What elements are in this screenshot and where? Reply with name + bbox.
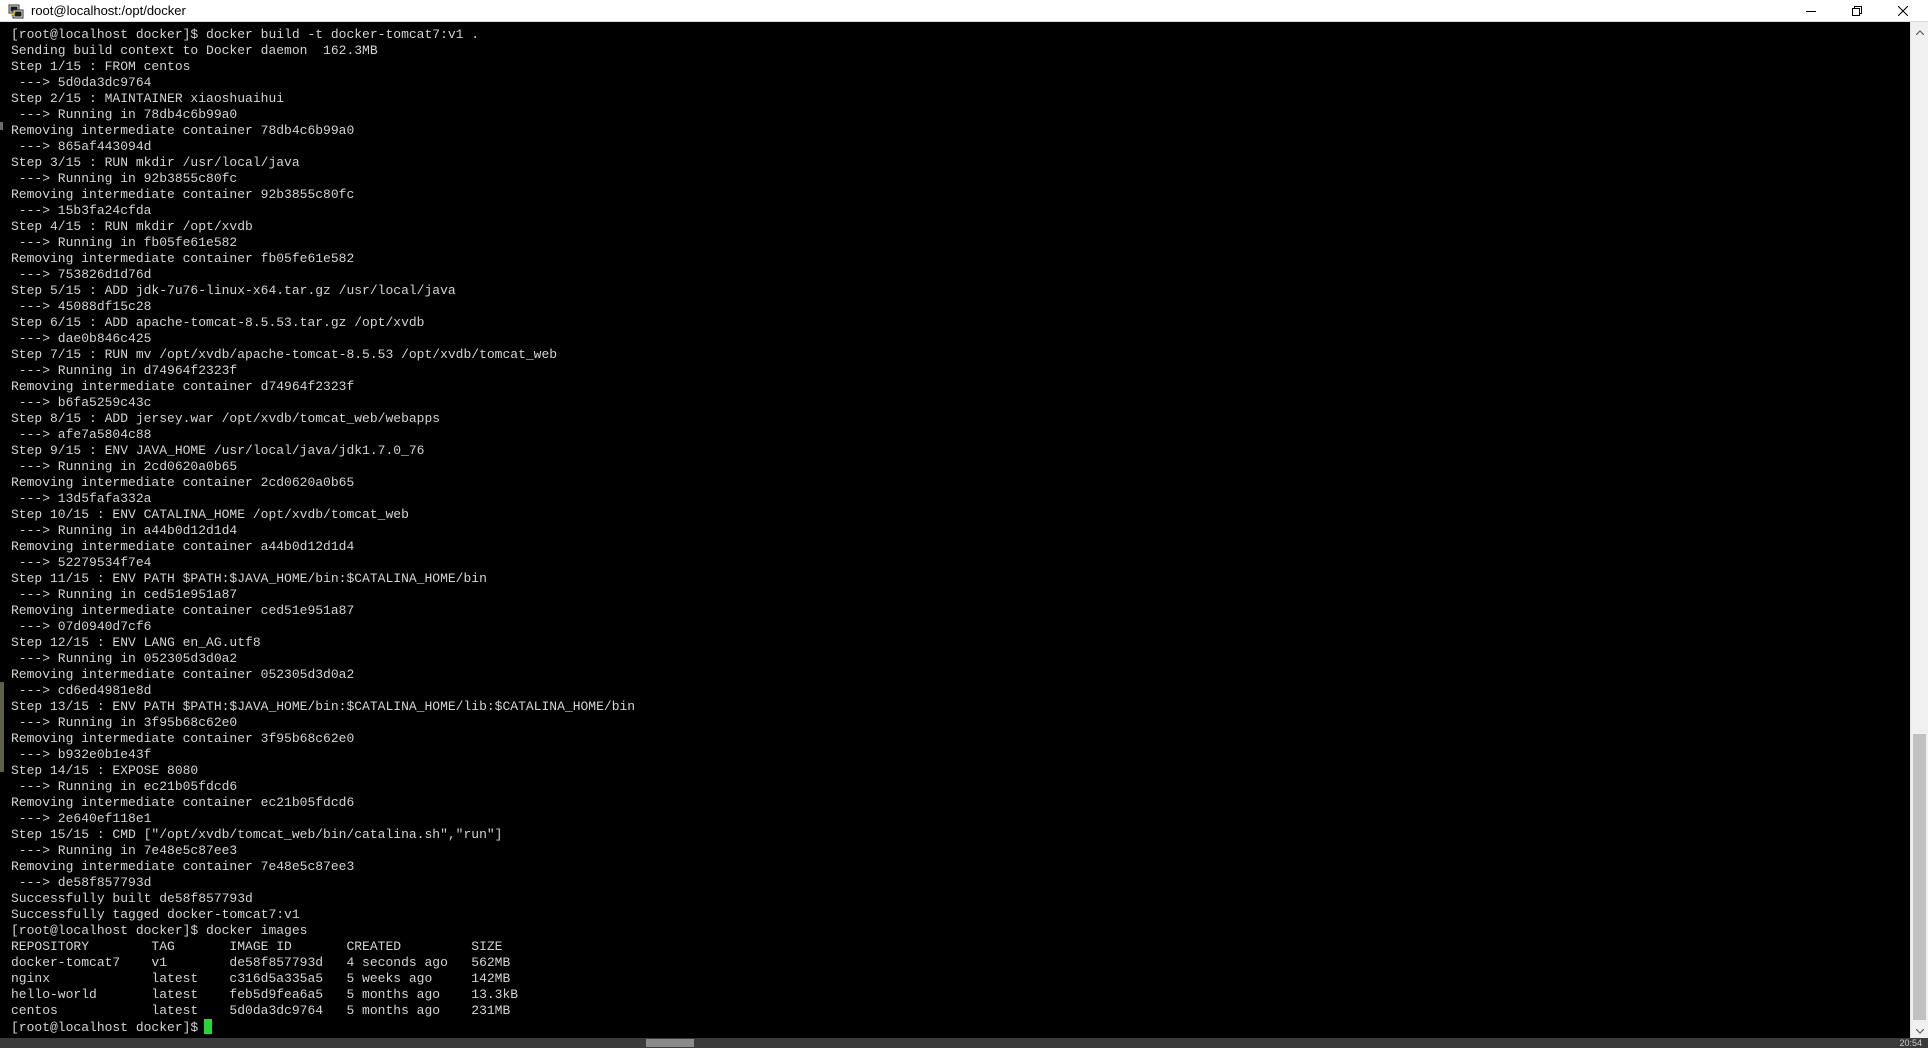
terminal-line: Step 9/15 : ENV JAVA_HOME /usr/local/jav…	[11, 443, 425, 458]
terminal-line: Sending build context to Docker daemon 1…	[11, 43, 378, 58]
terminal-line: Step 1/15 : FROM centos	[11, 59, 191, 74]
chevron-up-icon	[1915, 22, 1924, 40]
terminal-line: REPOSITORY TAG IMAGE ID CREATED SIZE	[11, 939, 503, 954]
terminal-line: Step 2/15 : MAINTAINER xiaoshuaihui	[11, 91, 285, 106]
terminal-line: ---> Running in 3f95b68c62e0	[11, 715, 238, 730]
terminal-line: Removing intermediate container fb05fe61…	[11, 251, 355, 266]
terminal-line: ---> b6fa5259c43c	[11, 395, 152, 410]
terminal-line: Removing intermediate container a44b0d12…	[11, 539, 355, 554]
maximize-button[interactable]	[1834, 0, 1880, 21]
terminal-line: Removing intermediate container 78db4c6b…	[11, 123, 355, 138]
terminal-line: ---> 5d0da3dc9764	[11, 75, 152, 90]
terminal-line: Removing intermediate container 2cd0620a…	[11, 475, 355, 490]
terminal-line: ---> Running in 052305d3d0a2	[11, 651, 238, 666]
terminal-line: Step 4/15 : RUN mkdir /opt/xvdb	[11, 219, 253, 234]
terminal-line: ---> 45088df15c28	[11, 299, 152, 314]
terminal-line: Removing intermediate container d74964f2…	[11, 379, 355, 394]
terminal-line: ---> de58f857793d	[11, 875, 152, 890]
terminal-line: Step 5/15 : ADD jdk-7u76-linux-x64.tar.g…	[11, 283, 456, 298]
terminal-line: Step 7/15 : RUN mv /opt/xvdb/apache-tomc…	[11, 347, 558, 362]
terminal-line: Successfully tagged docker-tomcat7:v1	[11, 907, 300, 922]
terminal-line: ---> Running in 78db4c6b99a0	[11, 107, 238, 122]
terminal-line: ---> Running in 7e48e5c87ee3	[11, 843, 238, 858]
left-edge-marker	[0, 682, 4, 772]
minimize-button[interactable]	[1788, 0, 1834, 21]
terminal-line: Step 10/15 : ENV CATALINA_HOME /opt/xvdb…	[11, 507, 409, 522]
terminal-line: Step 8/15 : ADD jersey.war /opt/xvdb/tom…	[11, 411, 441, 426]
terminal-line: Step 11/15 : ENV PATH $PATH:$JAVA_HOME/b…	[11, 571, 487, 586]
terminal-line: Step 15/15 : CMD ["/opt/xvdb/tomcat_web/…	[11, 827, 503, 842]
terminal-output-area[interactable]: [root@localhost docker]$ docker build -t…	[0, 22, 1910, 1038]
terminal-line: ---> Running in ced51e951a87	[11, 587, 238, 602]
terminal-line: ---> Running in a44b0d12d1d4	[11, 523, 238, 538]
terminal-line: ---> Running in 2cd0620a0b65	[11, 459, 238, 474]
scroll-thumb[interactable]	[1913, 734, 1926, 1020]
terminal-line: Step 14/15 : EXPOSE 8080	[11, 763, 199, 778]
terminal-line: [root@localhost docker]$ docker build -t…	[11, 27, 480, 42]
terminal-line: ---> Running in d74964f2323f	[11, 363, 238, 378]
shell-prompt: [root@localhost docker]$	[11, 1020, 199, 1035]
terminal-line: ---> cd6ed4981e8d	[11, 683, 152, 698]
chevron-down-icon	[1915, 1021, 1924, 1039]
minimize-icon	[1806, 6, 1816, 16]
title-bar[interactable]: root@localhost:/opt/docker	[0, 0, 1928, 22]
scroll-up-button[interactable]	[1911, 22, 1928, 39]
prompt-line[interactable]: [root@localhost docker]$	[11, 1019, 635, 1035]
terminal-window: root@localhost:/opt/docker [root@localho…	[0, 0, 1928, 1048]
terminal-text[interactable]: [root@localhost docker]$ docker build -t…	[11, 27, 635, 1035]
text-cursor	[204, 1019, 213, 1034]
terminal-line: centos latest 5d0da3dc9764 5 months ago …	[11, 1003, 511, 1018]
terminal-line: ---> 07d0940d7cf6	[11, 619, 152, 634]
taskbar-strip	[0, 1038, 1928, 1048]
terminal-line: Step 6/15 : ADD apache-tomcat-8.5.53.tar…	[11, 315, 425, 330]
terminal-line: Step 12/15 : ENV LANG en_AG.utf8	[11, 635, 261, 650]
terminal-line: Step 13/15 : ENV PATH $PATH:$JAVA_HOME/b…	[11, 699, 636, 714]
terminal-line: docker-tomcat7 v1 de58f857793d 4 seconds…	[11, 955, 511, 970]
terminal-line: ---> 15b3fa24cfda	[11, 203, 152, 218]
close-button[interactable]	[1880, 0, 1926, 21]
terminal-line: Removing intermediate container 92b3855c…	[11, 187, 355, 202]
terminal-line: ---> b932e0b1e43f	[11, 747, 152, 762]
terminal-line: [root@localhost docker]$ docker images	[11, 923, 308, 938]
close-icon	[1898, 5, 1908, 16]
terminal-line: Step 3/15 : RUN mkdir /usr/local/java	[11, 155, 300, 170]
terminal-line: nginx latest c316d5a335a5 5 weeks ago 14…	[11, 971, 511, 986]
terminal-line: Successfully built de58f857793d	[11, 891, 253, 906]
restore-icon	[1852, 5, 1862, 16]
terminal-line: ---> dae0b846c425	[11, 331, 152, 346]
taskbar-indicator	[646, 1039, 694, 1047]
terminal-line: ---> 865af443094d	[11, 139, 152, 154]
terminal-line: Removing intermediate container 052305d3…	[11, 667, 355, 682]
terminal-line: Removing intermediate container 7e48e5c8…	[11, 859, 355, 874]
terminal-line: ---> afe7a5804c88	[11, 427, 152, 442]
vertical-scrollbar[interactable]	[1910, 22, 1928, 1038]
terminal-line: ---> 52279534f7e4	[11, 555, 152, 570]
scroll-down-button[interactable]	[1911, 1021, 1928, 1038]
terminal-line: ---> 13d5fafa332a	[11, 491, 152, 506]
clock-text: 20:54	[1899, 1038, 1922, 1048]
terminal-line: Removing intermediate container ced51e95…	[11, 603, 355, 618]
terminal-line: hello-world latest feb5d9fea6a5 5 months…	[11, 987, 519, 1002]
putty-terminal-icon	[8, 3, 24, 19]
terminal-line: ---> Running in 92b3855c80fc	[11, 171, 238, 186]
terminal-line: Removing intermediate container 3f95b68c…	[11, 731, 355, 746]
window-title: root@localhost:/opt/docker	[31, 3, 186, 18]
terminal-line: Removing intermediate container ec21b05f…	[11, 795, 355, 810]
terminal-line: ---> 753826d1d76d	[11, 267, 152, 282]
terminal-line: ---> Running in ec21b05fdcd6	[11, 779, 238, 794]
terminal-line: ---> Running in fb05fe61e582	[11, 235, 238, 250]
terminal-line: ---> 2e640ef118e1	[11, 811, 152, 826]
left-edge-marker	[0, 122, 3, 130]
